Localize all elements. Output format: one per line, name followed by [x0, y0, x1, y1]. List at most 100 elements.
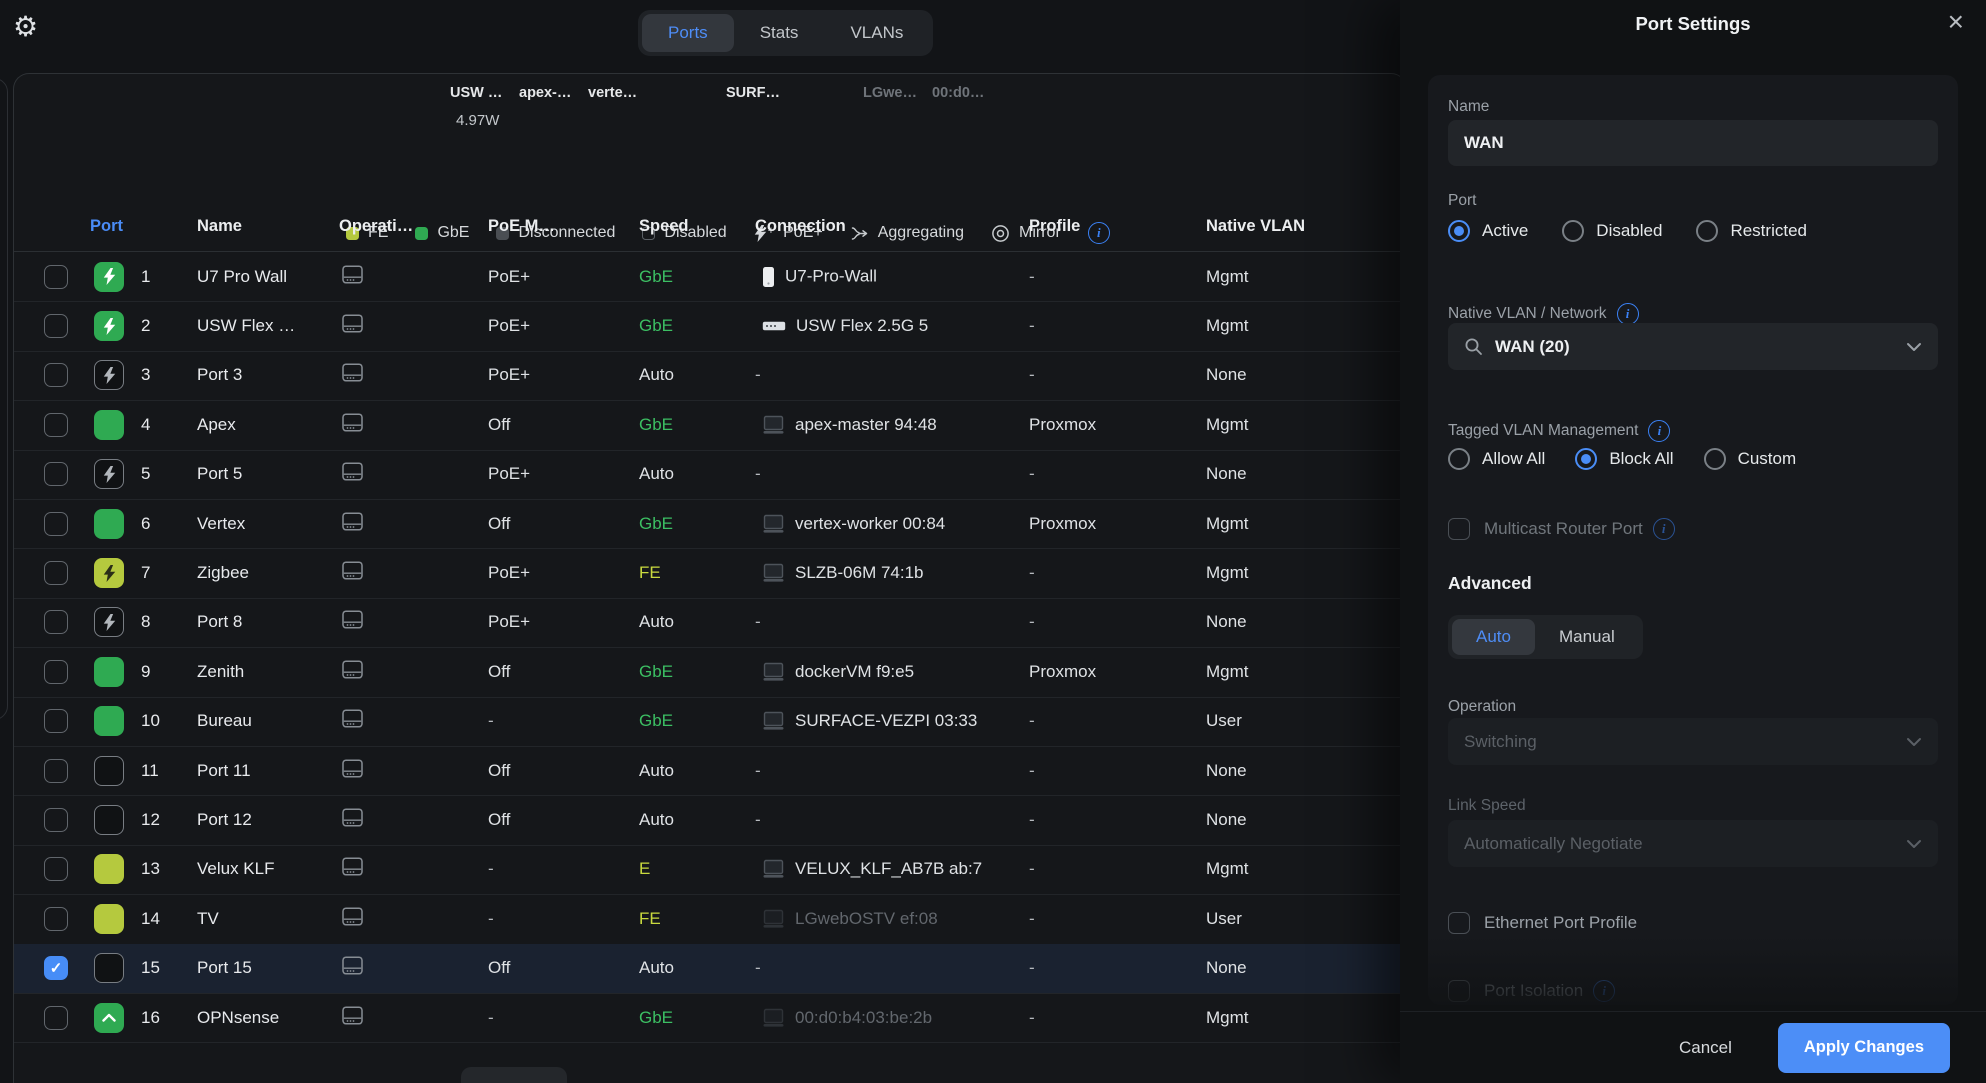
- connection-cell: vertex-worker 00:84: [762, 514, 945, 534]
- info-icon[interactable]: i: [1648, 420, 1670, 442]
- radio-icon: [1704, 448, 1726, 470]
- tab-ports[interactable]: Ports: [642, 14, 734, 52]
- settings-gear-icon[interactable]: ⚙: [13, 10, 38, 43]
- info-icon[interactable]: i: [1593, 980, 1615, 1002]
- table-row[interactable]: ✓ 15 Port 15 Off Auto - - None: [14, 944, 1406, 994]
- tab-vlans[interactable]: VLANs: [824, 14, 929, 52]
- operation-switching-icon: [341, 265, 364, 284]
- name-input[interactable]: WAN: [1448, 120, 1938, 166]
- tab-stats[interactable]: Stats: [734, 14, 825, 52]
- table-row[interactable]: 1 U7 Pro Wall PoE+ GbE U7-Pro-Wall - Mgm…: [14, 252, 1406, 302]
- apply-changes-button[interactable]: Apply Changes: [1778, 1023, 1950, 1073]
- mode-auto[interactable]: Auto: [1452, 619, 1535, 655]
- poe-mode-cell: -: [488, 859, 494, 879]
- profile-cell: -: [1029, 563, 1035, 583]
- row-checkbox[interactable]: [44, 265, 68, 289]
- row-checkbox[interactable]: [44, 462, 68, 486]
- connection-cell: apex-master 94:48: [762, 415, 937, 435]
- native-vlan-select[interactable]: WAN (20): [1448, 323, 1938, 370]
- column-header-port[interactable]: Port: [90, 217, 123, 236]
- info-icon[interactable]: i: [1617, 303, 1639, 325]
- row-checkbox[interactable]: ✓: [44, 956, 68, 980]
- speed-cell: E: [639, 859, 650, 879]
- mode-manual[interactable]: Manual: [1535, 619, 1639, 655]
- table-row[interactable]: 12 Port 12 Off Auto - - None: [14, 795, 1406, 845]
- table-row[interactable]: 4 Apex Off GbE apex-master 94:48 Proxmox…: [14, 400, 1406, 450]
- connection-cell: 00:d0:b4:03:be:2b: [762, 1008, 932, 1028]
- table-row[interactable]: 14 TV - FE LGwebOSTV ef:08 - User: [14, 894, 1406, 944]
- row-checkbox[interactable]: [44, 610, 68, 634]
- client-device-icon: [762, 859, 785, 879]
- row-checkbox[interactable]: [44, 808, 68, 832]
- column-header-connection[interactable]: Connection: [755, 217, 846, 236]
- table-row[interactable]: 11 Port 11 Off Auto - - None: [14, 746, 1406, 796]
- port-number: 12: [141, 810, 160, 830]
- close-icon[interactable]: ×: [1948, 6, 1964, 38]
- table-row[interactable]: 9 Zenith Off GbE dockerVM f9:e5 Proxmox …: [14, 647, 1406, 697]
- speed-cell: Auto: [639, 810, 674, 830]
- tagged-vlan-option-block-all[interactable]: Block All: [1575, 448, 1673, 470]
- native-vlan-cell: None: [1206, 612, 1247, 632]
- row-checkbox[interactable]: [44, 314, 68, 338]
- operation-select[interactable]: Switching: [1448, 718, 1938, 765]
- row-checkbox[interactable]: [44, 512, 68, 536]
- column-header-profile[interactable]: Profile: [1029, 217, 1080, 236]
- column-header-speed[interactable]: Speed: [639, 217, 689, 236]
- column-header-operati-[interactable]: Operati…: [339, 217, 413, 236]
- profile-cell: -: [1029, 365, 1035, 385]
- table-row[interactable]: 8 Port 8 PoE+ Auto - - None: [14, 598, 1406, 648]
- table-row[interactable]: 16 OPNsense - GbE 00:d0:b4:03:be:2b - Mg…: [14, 993, 1406, 1043]
- port-name: Zenith: [197, 662, 244, 682]
- speed-cell: Auto: [639, 612, 674, 632]
- row-checkbox[interactable]: [44, 363, 68, 387]
- info-icon[interactable]: i: [1653, 518, 1675, 540]
- row-checkbox[interactable]: [44, 413, 68, 437]
- cancel-button[interactable]: Cancel: [1679, 1038, 1732, 1058]
- operation-switching-icon: [341, 512, 364, 531]
- port-state-option-restricted[interactable]: Restricted: [1696, 220, 1807, 242]
- row-checkbox[interactable]: [44, 709, 68, 733]
- table-row[interactable]: 10 Bureau - GbE SURFACE-VEZPI 03:33 - Us…: [14, 697, 1406, 747]
- speed-cell: FE: [639, 909, 661, 929]
- link-speed-select[interactable]: Automatically Negotiate: [1448, 820, 1938, 867]
- native-vlan-cell: Mgmt: [1206, 316, 1249, 336]
- table-row[interactable]: 5 Port 5 PoE+ Auto - - None: [14, 450, 1406, 500]
- row-checkbox[interactable]: [44, 1006, 68, 1030]
- multicast-router-port-checkbox[interactable]: Multicast Router Port i: [1448, 518, 1675, 540]
- row-checkbox[interactable]: [44, 857, 68, 881]
- port-state-option-active[interactable]: Active: [1448, 220, 1528, 242]
- operation-switching-icon: [341, 709, 364, 728]
- column-header-name[interactable]: Name: [197, 217, 242, 236]
- port-name: OPNsense: [197, 1008, 279, 1028]
- ethernet-port-profile-checkbox[interactable]: Ethernet Port Profile: [1448, 912, 1637, 934]
- row-checkbox[interactable]: [44, 561, 68, 585]
- port-isolation-checkbox[interactable]: Port Isolation i: [1448, 980, 1615, 1002]
- port-status-icon: [94, 657, 124, 687]
- table-row[interactable]: 3 Port 3 PoE+ Auto - - None: [14, 351, 1406, 401]
- bottom-cutoff-button[interactable]: [461, 1067, 567, 1083]
- table-row[interactable]: 6 Vertex Off GbE vertex-worker 00:84 Pro…: [14, 499, 1406, 549]
- tagged-vlan-option-allow-all[interactable]: Allow All: [1448, 448, 1545, 470]
- port-name: Port 3: [197, 365, 242, 385]
- tagged-vlan-option-custom[interactable]: Custom: [1704, 448, 1797, 470]
- operation-cell: [341, 1006, 364, 1030]
- connection-cell: -: [755, 365, 761, 385]
- connection-cell: dockerVM f9:e5: [762, 662, 914, 682]
- row-checkbox[interactable]: [44, 660, 68, 684]
- port-status-icon: [94, 459, 124, 489]
- table-row[interactable]: 13 Velux KLF - E VELUX_KLF_AB7B ab:7 - M…: [14, 845, 1406, 895]
- port-name: Port 5: [197, 464, 242, 484]
- advanced-mode-toggle: AutoManual: [1448, 615, 1643, 659]
- search-icon: [1464, 337, 1483, 356]
- row-checkbox[interactable]: [44, 907, 68, 931]
- connection-cell: -: [755, 612, 761, 632]
- port-state-option-disabled[interactable]: Disabled: [1562, 220, 1662, 242]
- poe-bolt-icon: [103, 268, 116, 285]
- table-row[interactable]: 7 Zigbee PoE+ FE SLZB-06M 74:1b - Mgmt: [14, 548, 1406, 598]
- profile-cell: -: [1029, 810, 1035, 830]
- row-checkbox[interactable]: [44, 759, 68, 783]
- table-row[interactable]: 2 USW Flex … PoE+ GbE USW Flex 2.5G 5 - …: [14, 301, 1406, 351]
- column-header-poe-m-[interactable]: PoE M…: [488, 217, 555, 236]
- operation-switching-icon: [341, 413, 364, 432]
- column-header-native-vlan[interactable]: Native VLAN: [1206, 217, 1305, 236]
